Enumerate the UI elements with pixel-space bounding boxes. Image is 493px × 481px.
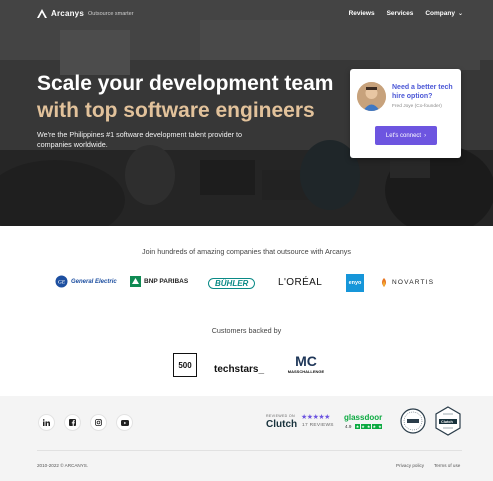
logo-bnp-paribas: BNP PARIBAS [130, 276, 188, 287]
top-navigation: Arcanys Outsource smarter Reviews Servic… [0, 0, 493, 30]
hero-title-line2: with top software engineers [37, 99, 315, 122]
hero-title-line1: Scale your development team [37, 72, 334, 95]
arcanys-logo-icon [37, 9, 47, 18]
novartis-wordmark: NOVARTIS [392, 279, 435, 286]
logo-enyo: enyo [346, 274, 364, 292]
enyo-wordmark: enyo [346, 274, 364, 292]
linkedin-link[interactable] [38, 414, 55, 431]
clutch-review-count: 17 REVIEWS [302, 423, 334, 428]
chevron-right-icon: › [424, 132, 427, 139]
star-icon: ★ [355, 423, 360, 429]
logo-masschallenge: MC MASSCHALLENGE [285, 354, 327, 374]
techstars-wordmark: techstars_ [214, 364, 265, 375]
loreal-wordmark: L'ORÉAL [278, 277, 323, 288]
svg-text:GE: GE [58, 280, 66, 286]
facebook-icon [69, 419, 76, 426]
youtube-link[interactable] [116, 414, 133, 431]
ge-monogram-icon: GE [55, 275, 68, 288]
privacy-policy-link[interactable]: Privacy policy [396, 463, 424, 468]
founder-photo-icon [357, 82, 386, 111]
nav-reviews[interactable]: Reviews [349, 10, 375, 17]
glassdoor-name: glassdoor [344, 413, 383, 422]
copyright: 2010-2022 © ARCANYS. [37, 463, 89, 468]
clutch-reviews-widget[interactable]: REVIEWED ON Clutch ★★★★★ 17 REVIEWS [266, 414, 340, 432]
award-badge [400, 408, 426, 439]
hero-title: Scale your development team with top sof… [37, 70, 333, 124]
brand-tagline: Outsource smarter [88, 11, 134, 17]
facebook-link[interactable] [64, 414, 81, 431]
contact-card-title: Need a better tech hire option? [392, 84, 453, 100]
star-icon: ★ [324, 414, 330, 421]
youtube-icon [120, 419, 129, 426]
glassdoor-stars: ★ ★ ★ ★ ★ [355, 423, 383, 429]
partner-logos: GE General Electric BNP PARIBAS BÜHLER L… [55, 272, 445, 294]
star-icon: ★ [371, 423, 377, 429]
backers-heading: Customers backed by [211, 326, 282, 335]
linkedin-icon [43, 419, 50, 426]
clutch-kicker: REVIEWED ON [266, 414, 295, 418]
terms-of-use-link[interactable]: Terms of use [434, 463, 460, 468]
contact-person: Fred Joye (Co-founder) [392, 104, 442, 109]
bnp-wordmark: BNP PARIBAS [144, 278, 189, 285]
instagram-link[interactable] [90, 414, 107, 431]
star-icon: ★ [360, 423, 366, 429]
clutch-name: Clutch [266, 419, 298, 430]
lets-connect-button[interactable]: Let's connect › [375, 126, 437, 145]
instagram-icon [95, 419, 102, 426]
award-seal-icon [400, 408, 426, 434]
star-icon: ★ [377, 423, 383, 429]
logo-techstars: techstars_ [214, 359, 264, 377]
partners-heading: Join hundreds of amazing companies that … [142, 247, 351, 256]
logo-novartis: NOVARTIS [380, 278, 434, 287]
star-icon: ★ [366, 423, 372, 429]
logo-500: 500 [173, 353, 197, 377]
logo-500-text: 500 [178, 360, 192, 370]
mc-monogram: MC [295, 353, 317, 369]
contact-card: Need a better tech hire option? Fred Joy… [350, 69, 461, 158]
clutch-badge-label: Clutch [441, 419, 453, 424]
chevron-down-icon: ⌄ [457, 11, 463, 17]
glassdoor-widget[interactable]: glassdoor 4.9 ★ ★ ★ ★ ★ [344, 413, 392, 431]
footer-divider [37, 450, 462, 451]
avatar [357, 82, 386, 111]
lets-connect-label: Let's connect [385, 132, 422, 139]
logo-loreal: L'ORÉAL [278, 277, 322, 288]
glassdoor-rating: 4.9 [345, 424, 352, 429]
buhler-wordmark: BÜHLER [208, 278, 256, 289]
clutch-stars: ★★★★★ [301, 413, 330, 421]
bnp-star-icon [130, 276, 141, 287]
nav-services[interactable]: Services [387, 10, 414, 17]
clutch-hex-badge: Clutch [434, 406, 462, 441]
brand-logo[interactable]: Arcanys [37, 9, 84, 18]
masschallenge-wordmark: MASSCHALLENGE [287, 369, 325, 374]
nav-company-label: Company [425, 10, 455, 17]
brand-name: Arcanys [51, 9, 84, 18]
novartis-flame-icon [382, 278, 386, 287]
nav-company[interactable]: Company ⌄ [425, 10, 463, 17]
logo-buhler: BÜHLER [208, 278, 256, 289]
logo-general-electric: GE General Electric [55, 275, 117, 288]
hero-subtitle: We're the Philippines #1 software develo… [37, 130, 243, 149]
footer: REVIEWED ON Clutch ★★★★★ 17 REVIEWS glas… [0, 396, 493, 481]
ge-wordmark: General Electric [71, 278, 117, 285]
